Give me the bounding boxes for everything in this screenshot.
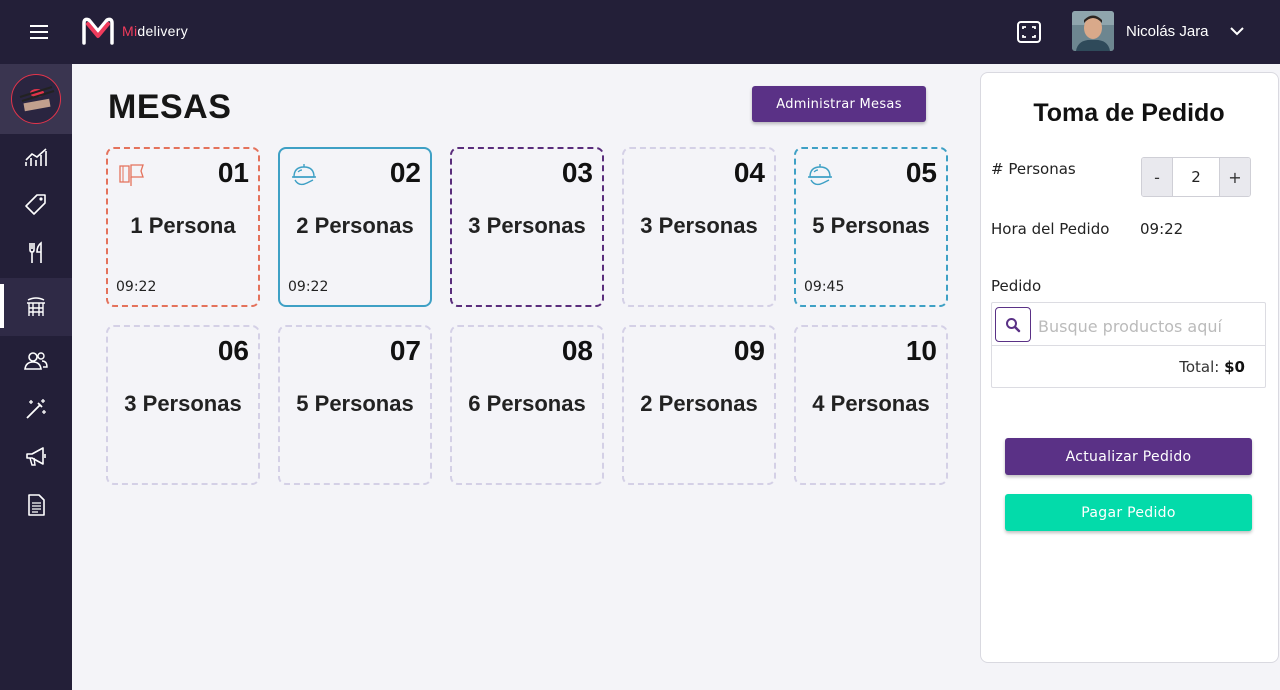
- product-search-row: [992, 303, 1265, 346]
- table-card-02[interactable]: 02 2 Personas 09:22: [278, 147, 432, 307]
- sidebar-item-customers[interactable]: [0, 338, 72, 384]
- table-card-08[interactable]: 08 6 Personas: [450, 325, 604, 485]
- table-people-count: 4 Personas: [812, 391, 930, 416]
- table-number: 02: [389, 157, 421, 188]
- search-icon[interactable]: [995, 307, 1031, 342]
- receipt-icon: [28, 494, 45, 516]
- table-people-count: 6 Personas: [468, 391, 586, 416]
- table-number: 07: [389, 335, 421, 366]
- restaurant-logo[interactable]: [11, 74, 61, 124]
- table-card-01[interactable]: 01 1 Persona 09:22: [106, 147, 260, 307]
- order-ticket-icon: [117, 160, 147, 190]
- total-label: Total:: [1179, 358, 1220, 376]
- table-number: 04: [733, 157, 765, 188]
- table-card-09[interactable]: 09 2 Personas: [622, 325, 776, 485]
- total-value: $0: [1224, 358, 1245, 376]
- stats-chart-icon: [25, 148, 47, 166]
- sidebar-item-tags[interactable]: [0, 182, 72, 228]
- table-number: 10: [905, 335, 937, 366]
- product-search-input[interactable]: [1038, 313, 1258, 339]
- page-title: MESAS: [108, 88, 232, 126]
- sidebar-item-stats[interactable]: [0, 134, 72, 180]
- order-time-value: 09:22: [1140, 220, 1184, 238]
- table-order-time: 09:22: [288, 279, 329, 295]
- fullscreen-scan-icon[interactable]: [1016, 20, 1042, 44]
- order-panel: Toma de Pedido # Personas - 2 + Hora del…: [980, 72, 1279, 663]
- served-dish-icon: [289, 160, 319, 190]
- user-name[interactable]: Nicolás Jara: [1126, 23, 1209, 40]
- midelivery-logo-icon: [82, 17, 114, 45]
- decrement-persons-button[interactable]: -: [1142, 158, 1172, 196]
- order-time-label: Hora del Pedido: [991, 220, 1110, 238]
- table-people-count: 3 Personas: [640, 213, 758, 238]
- brand-name: Midelivery: [122, 23, 189, 39]
- sidebar: [0, 64, 72, 690]
- table-people-count: 1 Persona: [130, 213, 236, 238]
- persons-value[interactable]: 2: [1172, 158, 1220, 196]
- table-card-05[interactable]: 05 5 Personas 09:45: [794, 147, 948, 307]
- brand-logo[interactable]: Midelivery: [80, 14, 188, 48]
- price-tag-icon: [25, 194, 46, 215]
- persons-label: # Personas: [991, 160, 1076, 178]
- table-card-03[interactable]: 03 3 Personas: [450, 147, 604, 307]
- table-number: 01: [217, 157, 249, 188]
- product-search-box: Total: $0: [991, 302, 1266, 388]
- table-number: 09: [733, 335, 765, 366]
- user-avatar[interactable]: [1072, 11, 1114, 51]
- table-number: 06: [217, 335, 249, 366]
- users-icon: [24, 352, 48, 370]
- update-order-button[interactable]: Actualizar Pedido: [1005, 438, 1252, 475]
- increment-persons-button[interactable]: +: [1220, 158, 1250, 196]
- restaurant-brand-slot: [0, 64, 72, 134]
- sidebar-item-tables[interactable]: [0, 278, 72, 336]
- table-people-count: 2 Personas: [296, 213, 414, 238]
- table-card-04[interactable]: 04 3 Personas: [622, 147, 776, 307]
- table-order-time: 09:45: [804, 279, 845, 295]
- order-label: Pedido: [991, 277, 1042, 295]
- table-people-count: 5 Personas: [812, 213, 930, 238]
- sidebar-item-promotions[interactable]: [0, 386, 72, 432]
- manage-tables-button[interactable]: Administrar Mesas: [752, 86, 926, 122]
- sidebar-item-marketing[interactable]: [0, 434, 72, 480]
- table-number: 05: [905, 157, 937, 188]
- sidebar-item-reports[interactable]: [0, 482, 72, 528]
- table-number: 08: [561, 335, 593, 366]
- hamburger-icon[interactable]: [24, 20, 54, 44]
- order-panel-title: Toma de Pedido: [1033, 99, 1225, 127]
- table-people-count: 5 Personas: [296, 391, 414, 416]
- served-dish-icon: [805, 160, 835, 190]
- order-total: Total: $0: [1179, 358, 1245, 376]
- magic-wand-icon: [26, 399, 46, 419]
- table-card-06[interactable]: 06 3 Personas: [106, 325, 260, 485]
- chevron-down-icon[interactable]: [1228, 24, 1246, 38]
- table-order-time: 09:22: [116, 279, 157, 295]
- persons-stepper: - 2 +: [1141, 157, 1251, 197]
- top-bar: Midelivery Nicolás Jara: [0, 0, 1280, 64]
- table-people-count: 2 Personas: [640, 391, 758, 416]
- table-people-count: 3 Personas: [468, 213, 586, 238]
- fork-knife-icon: [29, 241, 42, 263]
- sidebar-item-menu[interactable]: [0, 230, 72, 276]
- table-card-07[interactable]: 07 5 Personas: [278, 325, 432, 485]
- table-number: 03: [561, 157, 593, 188]
- pay-order-button[interactable]: Pagar Pedido: [1005, 494, 1252, 531]
- table-people-count: 3 Personas: [124, 391, 242, 416]
- dining-table-icon: [27, 297, 45, 316]
- megaphone-icon: [26, 447, 46, 466]
- table-card-10[interactable]: 10 4 Personas: [794, 325, 948, 485]
